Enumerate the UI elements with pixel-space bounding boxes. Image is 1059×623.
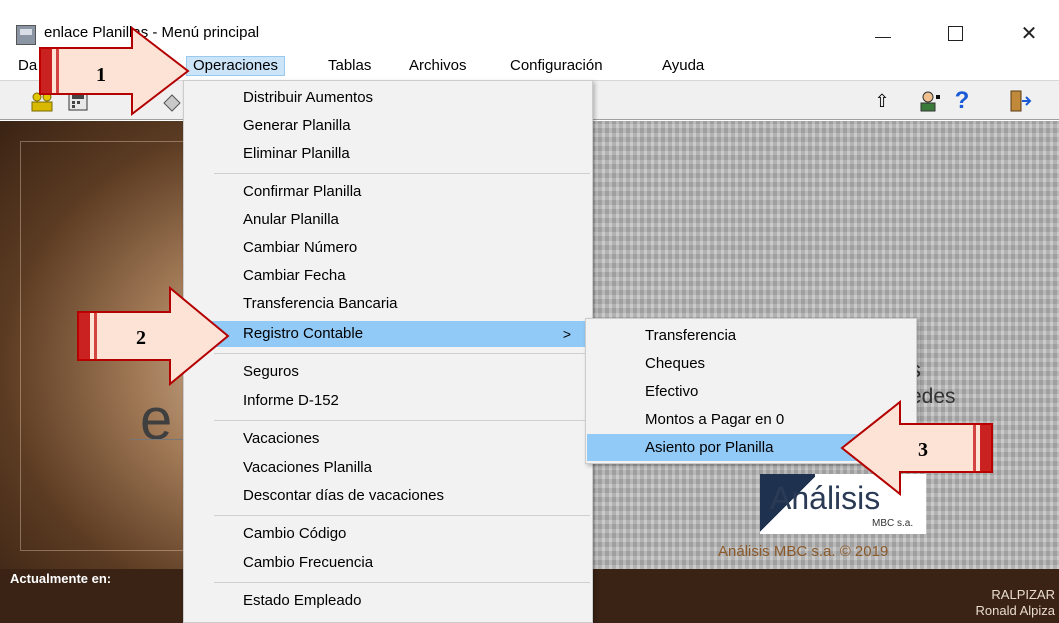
status-label: Actualmente en: — [10, 571, 112, 586]
menu-item-label: Registro Contable — [243, 325, 364, 342]
menu-item-vacaciones-planilla[interactable]: Vacaciones Planilla — [185, 455, 591, 481]
menu-item-transferencia-bancaria[interactable]: Transferencia Bancaria — [185, 291, 591, 317]
menu-separator — [214, 515, 590, 516]
menu-ayuda[interactable]: Ayuda — [656, 56, 710, 76]
menu-item-registro-contable[interactable]: Registro Contable > — [185, 321, 591, 347]
menu-separator — [214, 420, 590, 421]
menu-operaciones[interactable]: Operaciones — [186, 56, 286, 76]
menu-separator — [214, 353, 590, 354]
submenu-arrow-icon: > — [562, 326, 571, 342]
maximize-button[interactable] — [932, 20, 978, 48]
close-button[interactable]: ✕ — [1006, 20, 1052, 48]
menu-tablas[interactable]: Tablas — [322, 56, 377, 76]
user-code: RALPIZAR — [991, 587, 1055, 602]
annotation-arrow-3: 3 — [840, 399, 993, 497]
menu-item-informe-d152[interactable]: Informe D-152 — [185, 388, 591, 414]
menu-separator — [214, 582, 590, 583]
menu-item-generar-planilla[interactable]: Generar Planilla — [185, 113, 591, 139]
user-name: Ronald Alpiza — [975, 603, 1056, 618]
minimize-button[interactable] — [860, 20, 906, 48]
menu-item-seguros[interactable]: Seguros — [185, 359, 591, 385]
menu-item-cambio-frecuencia[interactable]: Cambio Frecuencia — [185, 550, 591, 576]
annotation-arrow-1: 1 — [39, 25, 190, 117]
operaciones-menu: Distribuir Aumentos Generar Planilla Eli… — [183, 80, 593, 623]
menu-item-cambio-codigo[interactable]: Cambio Código — [185, 521, 591, 547]
menu-item-eliminar-planilla[interactable]: Eliminar Planilla — [185, 141, 591, 167]
menu-item-anular-planilla[interactable]: Anular Planilla — [185, 207, 591, 233]
menu-archivos[interactable]: Archivos — [403, 56, 473, 76]
user-help-icon[interactable] — [918, 89, 942, 113]
brand-letter: e — [140, 387, 173, 452]
exit-door-icon[interactable] — [1008, 89, 1032, 113]
annotation-step-2: 2 — [136, 327, 146, 349]
help-icon[interactable]: ? — [950, 89, 974, 113]
menu-configuracion[interactable]: Configuración — [504, 56, 609, 76]
menu-item-distribuir-aumentos[interactable]: Distribuir Aumentos — [185, 85, 591, 111]
annotation-arrow-2: 2 — [77, 285, 230, 387]
submenu-item-cheques[interactable]: Cheques — [587, 350, 915, 377]
menu-item-cambiar-fecha[interactable]: Cambiar Fecha — [185, 263, 591, 289]
menu-separator — [214, 173, 590, 174]
status-user: RALPIZAR Ronald Alpiza — [976, 587, 1056, 619]
annotation-step-1: 1 — [96, 64, 106, 86]
menu-item-descontar-dias[interactable]: Descontar días de vacaciones — [185, 483, 591, 509]
up-arrow-icon[interactable]: ⇧ — [870, 89, 894, 113]
submenu-item-transferencia[interactable]: Transferencia — [587, 322, 915, 349]
menu-item-vacaciones[interactable]: Vacaciones — [185, 426, 591, 452]
menu-item-cambiar-numero[interactable]: Cambiar Número — [185, 235, 591, 261]
menu-item-estado-empleado[interactable]: Estado Empleado — [185, 588, 591, 614]
logo-subtitle: MBC s.a. — [872, 518, 914, 529]
annotation-step-3: 3 — [918, 439, 928, 461]
app-icon[interactable] — [16, 25, 36, 45]
copyright-text: Análisis MBC s.a. © 2019 — [718, 543, 889, 560]
menu-item-confirmar-planilla[interactable]: Confirmar Planilla — [185, 179, 591, 205]
